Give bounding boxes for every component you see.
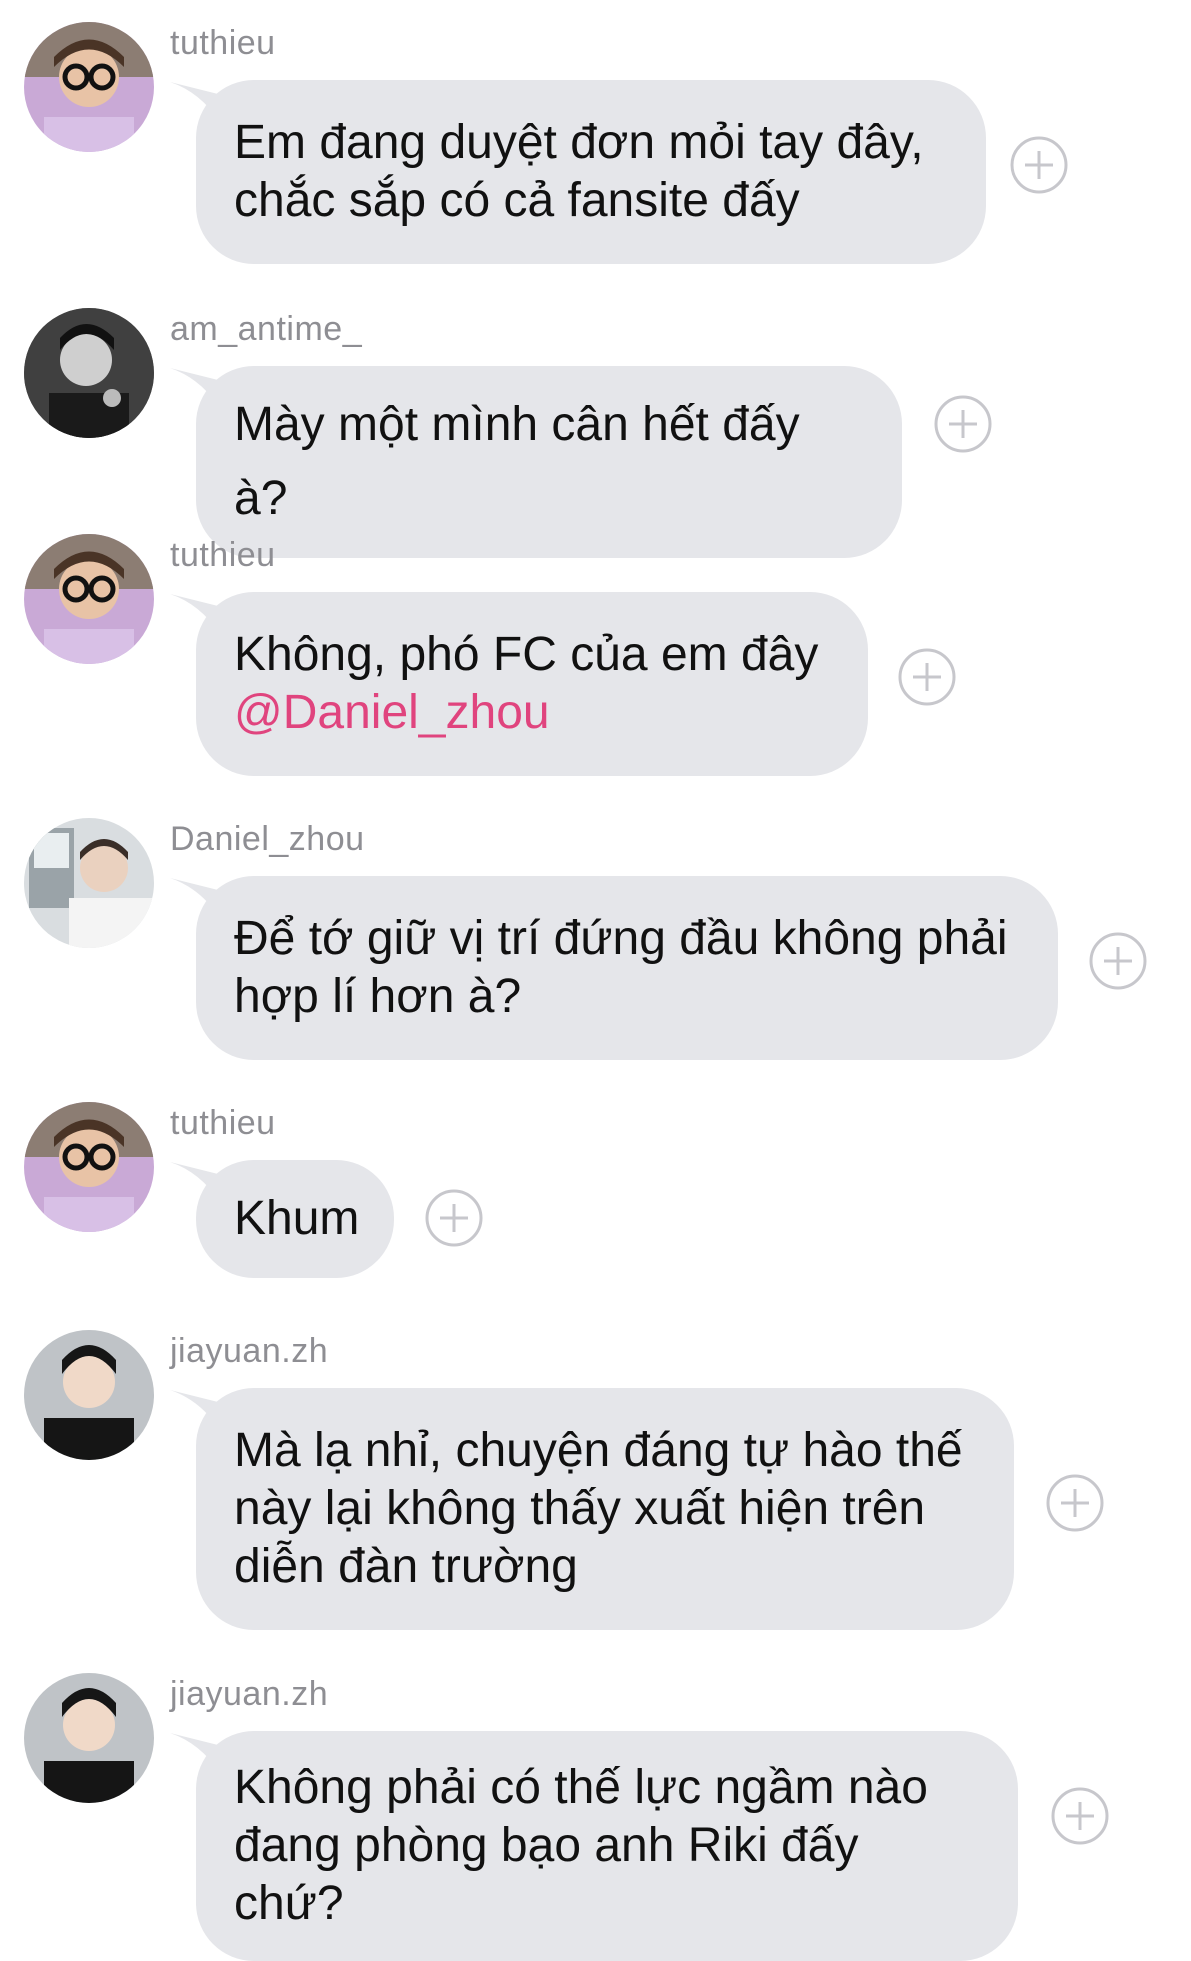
plus-circle-icon (1010, 136, 1068, 194)
message-line: đang phòng bạo anh Riki đấy chứ? (234, 1819, 859, 1930)
avatar-glasses-icon (24, 22, 154, 152)
avatar-window-portrait-icon (24, 818, 154, 948)
username: Daniel_zhou (170, 820, 365, 858)
react-button[interactable] (1088, 931, 1148, 991)
avatar-jiayuan[interactable] (24, 1330, 154, 1460)
message-line: hợp lí hơn à? (234, 970, 522, 1023)
username: tuthieu (170, 24, 276, 62)
message-line: Để tớ giữ vị trí đứng đầu không phải (234, 912, 1008, 965)
mention-link[interactable]: @Daniel_zhou (234, 684, 830, 742)
message-bubble[interactable]: Không, phó FC của em đây @Daniel_zhou (196, 592, 868, 776)
message-line: Không phải có thế lực ngầm nào (234, 1761, 928, 1814)
avatar-tuthieu[interactable] (24, 534, 154, 664)
message-bubble[interactable]: Mày một mình cân hết đấy à? (196, 366, 902, 558)
message-bubble[interactable]: Mà lạ nhỉ, chuyện đáng tự hào thế này lạ… (196, 1388, 1014, 1630)
avatar-daniel-zhou[interactable] (24, 818, 154, 948)
avatar-tuthieu[interactable] (24, 1102, 154, 1232)
avatar-glasses-icon (24, 1102, 154, 1232)
message-line: chắc sắp có cả fansite đấy (234, 174, 800, 227)
avatar-dark-portrait-icon (24, 1673, 154, 1803)
plus-circle-icon (1046, 1474, 1104, 1532)
message-bubble[interactable]: Em đang duyệt đơn mỏi tay đây, chắc sắp … (196, 80, 986, 264)
username: jiayuan.zh (170, 1675, 329, 1713)
plus-circle-icon (1089, 932, 1147, 990)
message-line: diễn đàn trường (234, 1540, 578, 1593)
plus-circle-icon (1051, 1787, 1109, 1845)
message-line: Không, phó FC của em đây (234, 628, 819, 681)
username: tuthieu (170, 536, 276, 574)
plus-circle-icon (934, 395, 992, 453)
avatar-am-antime[interactable] (24, 308, 154, 438)
message-bubble[interactable]: Không phải có thế lực ngầm nào đang phòn… (196, 1731, 1018, 1961)
plus-circle-icon (425, 1189, 483, 1247)
message-line: Khum (234, 1192, 360, 1245)
avatar-bw-portrait-icon (24, 308, 154, 438)
react-button[interactable] (1045, 1473, 1105, 1533)
react-button[interactable] (1009, 135, 1069, 195)
react-button[interactable] (897, 647, 957, 707)
username: jiayuan.zh (170, 1332, 329, 1370)
avatar-glasses-icon (24, 534, 154, 664)
react-button[interactable] (424, 1188, 484, 1248)
message-bubble[interactable]: Khum (196, 1160, 394, 1278)
avatar-tuthieu[interactable] (24, 22, 154, 152)
username: am_antime_ (170, 310, 363, 348)
plus-circle-icon (898, 648, 956, 706)
username: tuthieu (170, 1104, 276, 1142)
avatar-jiayuan[interactable] (24, 1673, 154, 1803)
message-line: Em đang duyệt đơn mỏi tay đây, (234, 116, 924, 169)
message-line: Mày một mình cân hết đấy à? (234, 398, 800, 525)
avatar-dark-portrait-icon (24, 1330, 154, 1460)
message-bubble[interactable]: Để tớ giữ vị trí đứng đầu không phải hợp… (196, 876, 1058, 1060)
react-button[interactable] (933, 394, 993, 454)
message-line: này lại không thấy xuất hiện trên (234, 1482, 926, 1535)
message-line: Mà lạ nhỉ, chuyện đáng tự hào thế (234, 1424, 963, 1477)
react-button[interactable] (1050, 1786, 1110, 1846)
